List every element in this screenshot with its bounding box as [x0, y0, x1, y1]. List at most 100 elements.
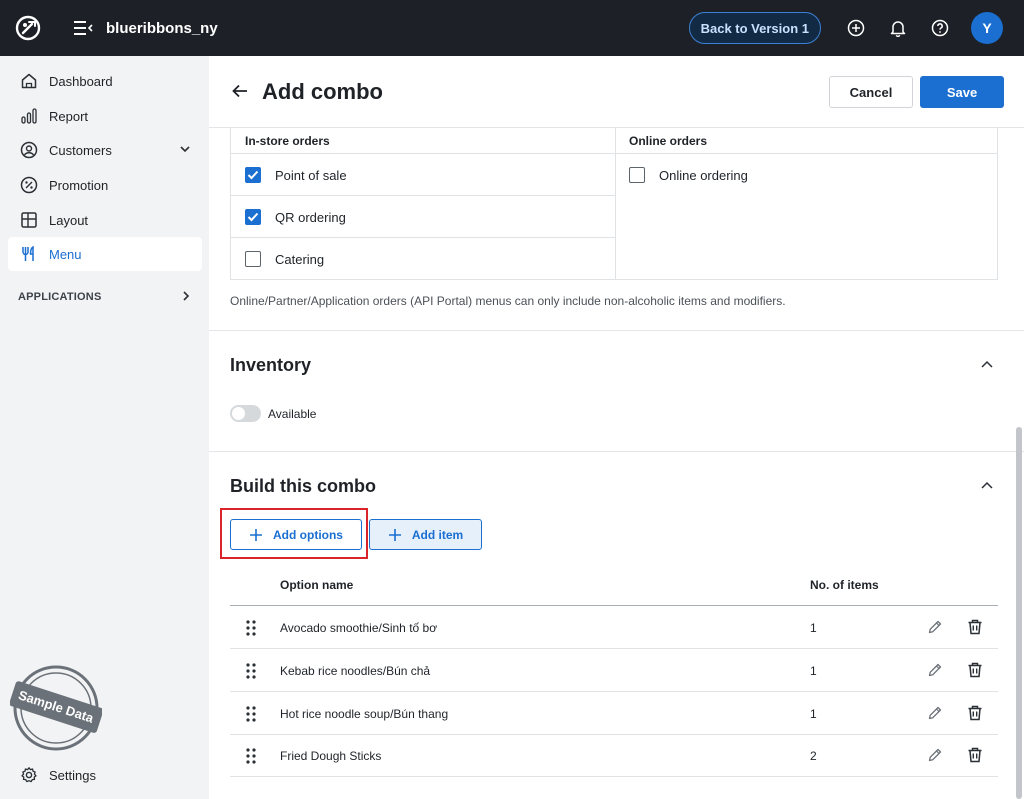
channel-online-ordering[interactable]: Online ordering [629, 154, 748, 196]
drag-handle-icon[interactable] [246, 748, 256, 769]
trash-icon[interactable] [966, 704, 984, 727]
table-row: Fried Dough Sticks 2 [230, 734, 998, 777]
add-options-button[interactable]: Add options [230, 519, 362, 550]
channel-point-of-sale[interactable]: Point of sale [245, 154, 347, 196]
option-count: 1 [810, 706, 817, 721]
menu-toggle-icon[interactable] [74, 21, 94, 35]
logo-icon[interactable] [0, 0, 56, 56]
drag-handle-icon[interactable] [246, 620, 256, 641]
drag-handle-icon[interactable] [246, 706, 256, 727]
instore-orders-header: In-store orders [245, 133, 330, 148]
trash-icon[interactable] [966, 661, 984, 684]
add-item-label: Add item [411, 527, 464, 542]
back-arrow-icon[interactable] [231, 82, 249, 105]
avatar[interactable]: Y [971, 12, 1003, 44]
add-item-button[interactable]: Add item [369, 519, 482, 550]
back-to-version-1-button[interactable]: Back to Version 1 [688, 12, 821, 44]
drag-handle-icon[interactable] [246, 663, 256, 684]
sidebar-item-promotion[interactable]: Promotion [8, 168, 202, 202]
order-channels-table: In-store orders Online orders Point of s… [230, 128, 998, 280]
edit-icon[interactable] [927, 747, 943, 768]
sidebar-item-label: Settings [49, 767, 96, 783]
chevron-up-icon[interactable] [979, 478, 995, 499]
inventory-title: Inventory [230, 355, 312, 375]
section-divider [209, 330, 1024, 331]
column-header-option-name: Option name [280, 578, 354, 592]
build-combo-title: Build this combo [230, 476, 376, 496]
sidebar-item-settings[interactable]: Settings [8, 758, 202, 792]
channel-label: Point of sale [275, 167, 347, 183]
online-orders-header: Online orders [629, 133, 708, 148]
option-name: Avocado smoothie/Sinh tố bơ [280, 620, 438, 635]
channel-catering[interactable]: Catering [245, 238, 324, 280]
checkbox-checked[interactable] [245, 167, 261, 183]
available-toggle[interactable] [230, 405, 261, 422]
sidebar-item-report[interactable]: Report [8, 99, 202, 133]
sample-data-stamp: Sample Data [9, 664, 104, 752]
layout-icon [18, 209, 40, 231]
home-icon [18, 70, 40, 92]
help-icon[interactable] [919, 0, 961, 56]
trash-icon[interactable] [966, 746, 984, 769]
chevron-up-icon[interactable] [979, 357, 995, 378]
gear-icon [18, 764, 40, 786]
table-row: Kebab rice noodles/Bún chả 1 [230, 649, 998, 692]
sidebar-item-customers[interactable]: Customers [8, 133, 202, 167]
option-count: 1 [810, 663, 817, 678]
page-title: Add combo [262, 79, 383, 104]
chevron-down-icon[interactable] [178, 142, 192, 159]
fork-knife-icon [18, 243, 40, 265]
option-name: Fried Dough Sticks [280, 748, 382, 763]
store-name: blueribbons_ny [106, 19, 218, 37]
user-circle-icon [18, 139, 40, 161]
edit-icon[interactable] [927, 619, 943, 640]
main-content: In-store orders Online orders Point of s… [209, 56, 1024, 799]
sidebar-item-label: Menu [49, 246, 82, 262]
table-row: Avocado smoothie/Sinh tố bơ 1 [230, 606, 998, 649]
channel-label: QR ordering [275, 209, 346, 225]
plus-icon [388, 528, 402, 542]
edit-icon[interactable] [927, 705, 943, 726]
sidebar-item-label: Customers [49, 142, 112, 158]
section-divider [209, 451, 1024, 452]
sidebar: Dashboard Report Customers Promotion Lay… [0, 56, 209, 799]
percent-icon [18, 174, 40, 196]
chevron-right-icon[interactable] [179, 289, 193, 308]
sidebar-item-label: Layout [49, 212, 89, 228]
channel-label: Online ordering [659, 167, 748, 183]
bell-icon[interactable] [877, 0, 919, 56]
checkbox[interactable] [245, 251, 261, 267]
option-name: Kebab rice noodles/Bún chả [280, 663, 431, 678]
toggle-knob [232, 407, 245, 420]
channel-label: Catering [275, 251, 325, 267]
sidebar-item-label: Report [49, 108, 89, 124]
cancel-button[interactable]: Cancel [829, 76, 913, 108]
option-name: Hot rice noodle soup/Bún thang [280, 706, 449, 721]
option-count: 2 [810, 748, 817, 763]
add-options-label: Add options [273, 527, 343, 542]
column-divider [615, 128, 616, 280]
bar-chart-icon [18, 105, 40, 127]
sidebar-item-menu[interactable]: Menu [8, 237, 202, 271]
table-row: Hot rice noodle soup/Bún thang 1 [230, 692, 998, 735]
api-portal-note: Online/Partner/Application orders (API P… [230, 294, 786, 308]
edit-icon[interactable] [927, 662, 943, 683]
plus-icon [249, 528, 263, 542]
sidebar-item-label: Promotion [49, 177, 109, 193]
save-button[interactable]: Save [920, 76, 1004, 108]
applications-label[interactable]: APPLICATIONS [18, 291, 101, 303]
add-circle-icon[interactable] [835, 0, 877, 56]
page-header: Add combo Cancel Save [209, 56, 1024, 128]
sidebar-item-dashboard[interactable]: Dashboard [8, 64, 202, 98]
checkbox-checked[interactable] [245, 209, 261, 225]
top-bar: blueribbons_ny Back to Version 1 Y [0, 0, 1024, 56]
available-label: Available [268, 407, 317, 421]
option-count: 1 [810, 620, 817, 635]
column-header-count: No. of items [810, 578, 879, 592]
trash-icon[interactable] [966, 618, 984, 641]
scrollbar[interactable] [1016, 427, 1022, 799]
sidebar-item-layout[interactable]: Layout [8, 203, 202, 237]
sidebar-item-label: Dashboard [49, 73, 113, 89]
channel-qr-ordering[interactable]: QR ordering [245, 196, 346, 238]
checkbox[interactable] [629, 167, 645, 183]
